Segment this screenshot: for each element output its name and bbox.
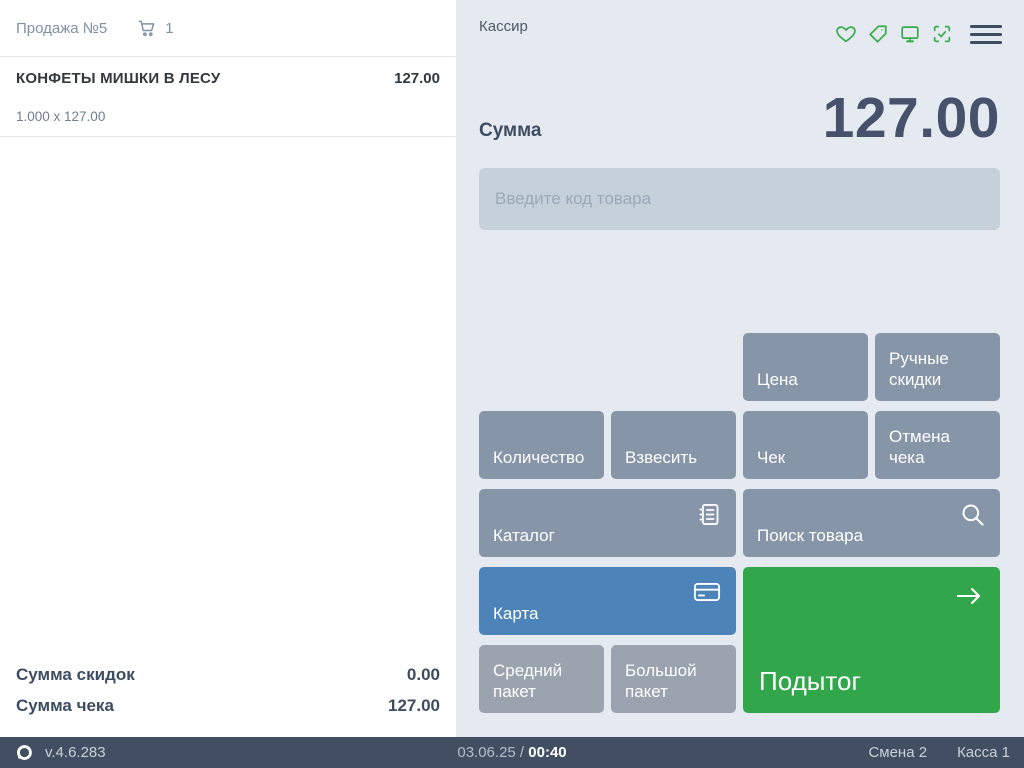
cancel-receipt-button[interactable]: Отмена чека — [875, 411, 1000, 479]
datetime-separator: / — [519, 744, 525, 761]
receipt-header: Продажа №5 1 — [0, 0, 456, 57]
search-product-button[interactable]: Поиск товара — [743, 489, 1000, 557]
manual-discounts-button[interactable]: Ручные скидки — [875, 333, 1000, 401]
medium-bag-button[interactable]: Средний пакет — [479, 645, 604, 713]
receipt-button[interactable]: Чек — [743, 411, 868, 479]
receipt-sum-value: 127.00 — [388, 695, 440, 715]
receipt-item-row[interactable]: КОНФЕТЫ МИШКИ В ЛЕСУ 127.00 1.000 x 127.… — [0, 57, 456, 137]
weigh-button[interactable]: Взвесить — [611, 411, 736, 479]
item-total: 127.00 — [394, 70, 440, 87]
datetime: 03.06.25 / 00:40 — [0, 744, 1024, 761]
cashier-label: Кассир — [479, 18, 528, 35]
display-icon[interactable] — [898, 22, 922, 46]
catalog-icon — [695, 501, 722, 533]
action-panel: Кассир Сумма 127.00 Введите код товара Ц… — [457, 0, 1024, 737]
cart-counter: 1 — [135, 16, 174, 40]
item-name: КОНФЕТЫ МИШКИ В ЛЕСУ — [16, 70, 221, 87]
action-button-grid: Цена Ручные скидки Количество Взвесить Ч… — [479, 333, 1000, 713]
receipt-panel: Продажа №5 1 КОНФЕТЫ МИШКИ В ЛЕСУ 127.00… — [0, 0, 457, 737]
menu-icon[interactable] — [970, 22, 1002, 46]
receipt-sum-row: Сумма чека 127.00 — [16, 690, 440, 721]
big-bag-button[interactable]: Большой пакет — [611, 645, 736, 713]
cart-count: 1 — [165, 19, 174, 37]
card-button[interactable]: Карта — [479, 567, 736, 635]
subtotal-button[interactable]: Подытог — [743, 567, 1000, 713]
receipt-summary: Сумма скидок 0.00 Сумма чека 127.00 — [0, 659, 456, 737]
price-button[interactable]: Цена — [743, 333, 868, 401]
product-code-input[interactable] — [479, 168, 1000, 230]
header-toolbar — [834, 22, 1002, 46]
item-qty-line: 1.000 x 127.00 — [16, 109, 106, 124]
discount-sum-value: 0.00 — [406, 664, 440, 684]
sale-title: Продажа №5 — [16, 19, 108, 37]
time-label: 00:40 — [528, 744, 567, 761]
card-icon — [692, 579, 722, 610]
receipt-sum-label: Сумма чека — [16, 695, 114, 715]
tag-icon[interactable] — [866, 22, 890, 46]
pos-app: Продажа №5 1 КОНФЕТЫ МИШКИ В ЛЕСУ 127.00… — [0, 0, 1024, 768]
sum-value: 127.00 — [822, 86, 1000, 150]
receipt-empty-space — [0, 137, 456, 659]
catalog-button[interactable]: Каталог — [479, 489, 736, 557]
discount-sum-row: Сумма скидок 0.00 — [16, 659, 440, 690]
date-label: 03.06.25 — [457, 744, 516, 761]
discount-sum-label: Сумма скидок — [16, 664, 135, 684]
quantity-button[interactable]: Количество — [479, 411, 604, 479]
sum-label: Сумма — [479, 120, 542, 141]
status-bar: v.4.6.283 03.06.25 / 00:40 Смена 2 Касса… — [0, 737, 1024, 768]
cart-icon — [135, 16, 159, 40]
heart-icon[interactable] — [834, 22, 858, 46]
search-icon — [959, 501, 986, 533]
scan-check-icon[interactable] — [930, 22, 954, 46]
arrow-right-icon — [954, 583, 984, 617]
